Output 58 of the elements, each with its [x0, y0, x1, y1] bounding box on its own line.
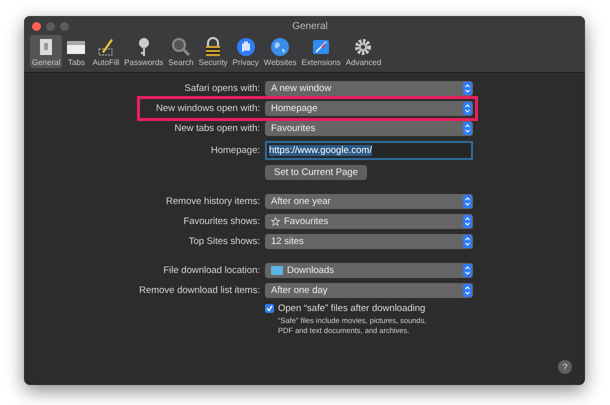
- setting-label: Favourites shows:: [182, 216, 260, 227]
- popup-button[interactable]: Homepage: [265, 101, 473, 116]
- popup-value: Favourites: [284, 216, 328, 227]
- checkbox-label[interactable]: Open “safe” files after downloading: [265, 303, 473, 314]
- popup-button[interactable]: Favourites: [265, 214, 473, 229]
- setting-label: New tabs open with:: [173, 123, 260, 134]
- stepper-icon: [463, 102, 472, 115]
- setting-label: File download location:: [162, 265, 260, 276]
- window-title: General: [291, 20, 329, 32]
- toolbar-tab[interactable]: Privacy: [230, 35, 261, 68]
- hand-icon: [236, 37, 256, 57]
- compass-icon: [311, 37, 332, 57]
- popup-button[interactable]: A new window: [265, 81, 473, 96]
- popup-button[interactable]: After one day: [265, 283, 473, 298]
- toolbar-tab[interactable]: Search: [166, 35, 196, 68]
- setting-label: Top Sites shows:: [188, 236, 260, 247]
- setting-label: Remove history items:: [165, 196, 260, 207]
- checkbox[interactable]: [265, 304, 274, 313]
- setting-label: Remove download list items:: [138, 285, 260, 296]
- setting-label: Homepage:: [210, 145, 260, 156]
- magnifier-icon: [170, 37, 191, 57]
- toolbar-tab[interactable]: Tabs: [63, 35, 90, 68]
- stepper-icon: [463, 284, 472, 297]
- popup-value: Downloads: [287, 265, 334, 276]
- stepper-icon: [463, 82, 472, 95]
- toolbar-tab[interactable]: AutoFill: [90, 35, 122, 68]
- homepage-field[interactable]: https://www.google.com/: [265, 141, 473, 160]
- toolbar-tab[interactable]: Websites: [262, 35, 299, 68]
- toolbar-tab[interactable]: General: [30, 35, 62, 68]
- setting-label: New windows open with:: [154, 103, 260, 114]
- popup-button[interactable]: Downloads: [265, 263, 473, 278]
- stepper-icon: [463, 122, 472, 135]
- star-icon: [271, 217, 280, 226]
- toolbar-tab[interactable]: Security: [196, 35, 230, 68]
- pencil-icon: [96, 37, 116, 57]
- toolbar-tab[interactable]: Extensions: [300, 35, 343, 68]
- toolbar-tab[interactable]: Passwords: [122, 35, 166, 68]
- setting-label: Safari opens with:: [183, 83, 260, 94]
- popup-value: After one year: [271, 196, 331, 207]
- stepper-icon: [463, 264, 472, 277]
- popup-value: Favourites: [271, 123, 316, 134]
- stepper-icon: [463, 235, 472, 248]
- popup-value: 12 sites: [271, 236, 304, 247]
- toolbar-tab[interactable]: Advanced: [344, 35, 384, 68]
- popup-button[interactable]: After one year: [265, 194, 473, 209]
- popup-value: Homepage: [271, 103, 318, 114]
- popup-value: After one day: [271, 285, 328, 296]
- help-button[interactable]: ?: [558, 360, 572, 374]
- gear-icon: [353, 37, 374, 57]
- globe-icon: [270, 37, 290, 57]
- close-button[interactable]: [32, 22, 41, 30]
- folder-icon: [271, 266, 283, 275]
- popup-button[interactable]: 12 sites: [265, 234, 473, 249]
- stepper-icon: [463, 195, 472, 208]
- popup-button[interactable]: Favourites: [265, 121, 473, 136]
- stepper-icon: [463, 215, 472, 228]
- set-current-page-button[interactable]: Set to Current Page: [265, 165, 367, 180]
- popup-value: A new window: [271, 83, 332, 94]
